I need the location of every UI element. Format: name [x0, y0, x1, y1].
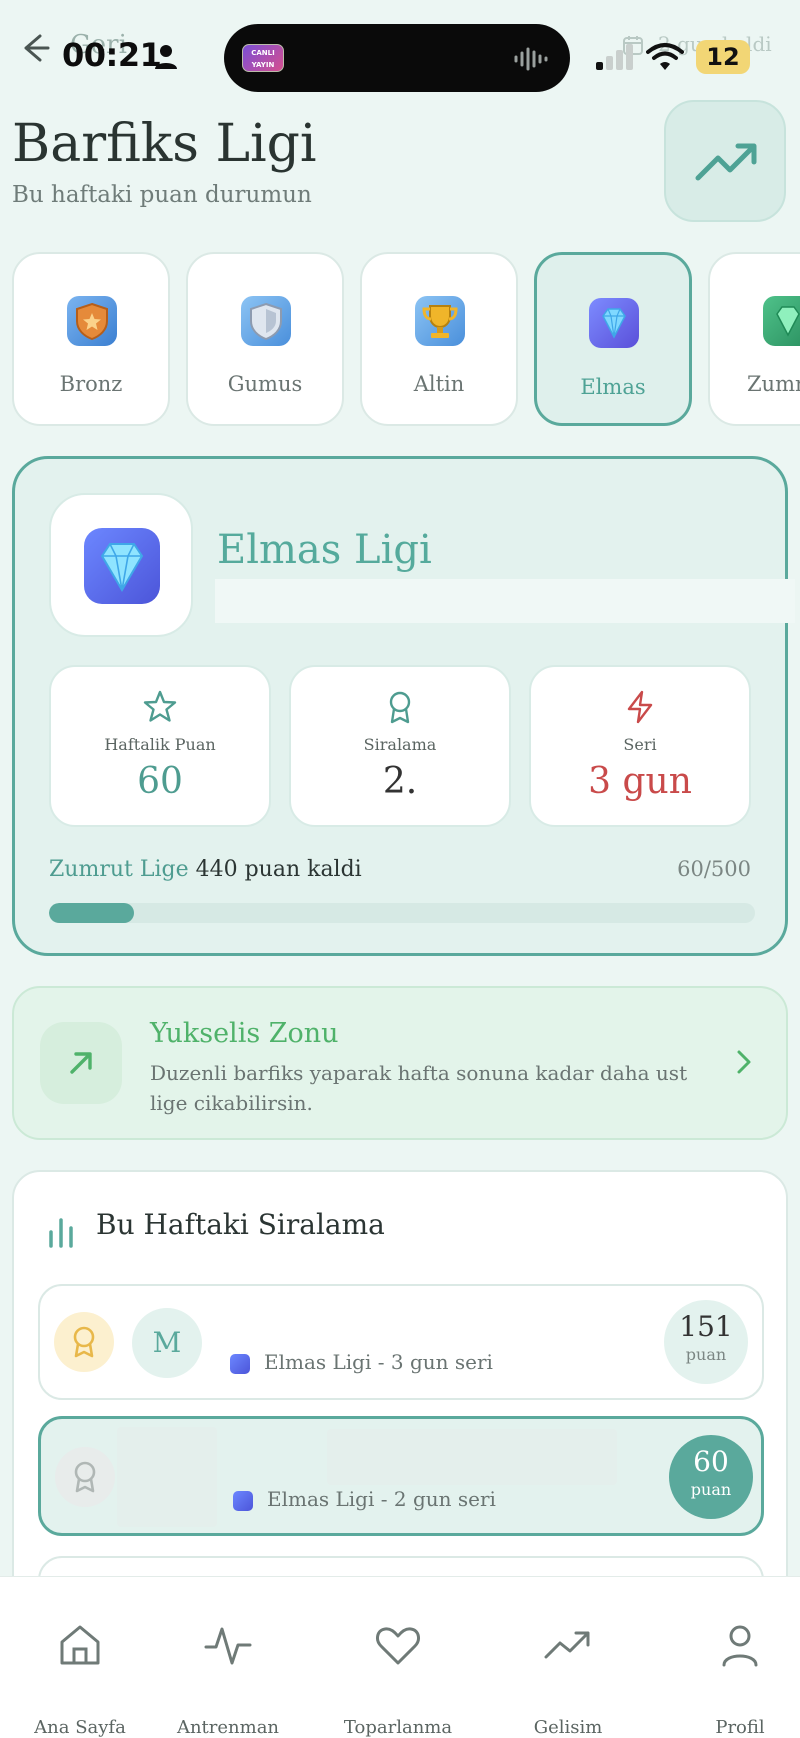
- diamond-icon: [589, 298, 639, 348]
- score-value: 151: [679, 1310, 733, 1343]
- bottom-navigation: Ana Sayfa Antrenman Toparlanma Gelisim P…: [0, 1576, 800, 1738]
- progress-bar: [49, 903, 755, 923]
- tab-label: Gumus: [227, 372, 303, 396]
- audio-wave-icon: [512, 46, 552, 72]
- home-icon: [56, 1621, 104, 1669]
- ranking-row[interactable]: M Elmas Ligi - 3 gun seri 151 puan: [38, 1284, 764, 1400]
- rank-league: Elmas Ligi: [264, 1350, 372, 1374]
- dynamic-island: CANLI YAYIN: [224, 24, 570, 92]
- bar-chart-icon: [44, 1214, 78, 1248]
- ranking-row-current-user[interactable]: Elmas Ligi - 2 gun seri 60 puan: [38, 1416, 764, 1536]
- award-icon: [382, 689, 418, 725]
- league-logo-box: [49, 493, 193, 637]
- signal-icon: [596, 44, 640, 70]
- tab-elmas[interactable]: Elmas: [534, 252, 692, 426]
- lightning-icon: [622, 689, 658, 725]
- nav-item-home[interactable]: Ana Sayfa: [0, 1577, 160, 1738]
- diamond-icon: [233, 1491, 253, 1511]
- emerald-icon: [763, 296, 800, 346]
- live-app-icon: CANLI YAYIN: [242, 44, 284, 72]
- battery-indicator: 12: [696, 40, 750, 74]
- rank-meta: Elmas Ligi - 3 gun seri: [264, 1350, 493, 1374]
- league-tabs: Bronz Gumus Altin Elmas Zumrut: [0, 250, 800, 430]
- score-value: 60: [693, 1445, 729, 1478]
- rank-streak: 2 gun seri: [393, 1487, 496, 1511]
- tab-altin[interactable]: Altin: [360, 252, 518, 426]
- points-remaining: 440 puan kaldi: [195, 857, 362, 882]
- promotion-zone-card[interactable]: Yukselis Zonu Duzenli barfiks yaparak ha…: [12, 986, 788, 1140]
- nav-item-training[interactable]: Antrenman: [148, 1577, 308, 1738]
- rank-separator: -: [380, 1487, 388, 1511]
- stat-weekly-points: Haftalik Puan 60: [49, 665, 271, 827]
- tab-label: Bronz: [59, 372, 123, 396]
- tab-gumus[interactable]: Gumus: [186, 252, 344, 426]
- tab-label: Zumrut: [746, 372, 800, 396]
- progress-fill: [49, 903, 134, 923]
- progress-text: Zumrut Lige 440 puan kaldi: [49, 857, 362, 882]
- nav-label: Profil: [715, 1717, 765, 1738]
- stat-rank: Siralama 2.: [289, 665, 511, 827]
- nav-label: Ana Sayfa: [34, 1717, 126, 1738]
- user-icon: [716, 1621, 764, 1669]
- stat-value: 2.: [382, 761, 418, 802]
- redacted-username: [327, 1429, 617, 1485]
- stat-streak: Seri 3 gun: [529, 665, 751, 827]
- rank-separator: -: [377, 1350, 385, 1374]
- ranking-title: Bu Haftaki Siralama: [96, 1208, 385, 1241]
- tab-label: Elmas: [580, 375, 646, 399]
- tab-label: Altin: [413, 372, 465, 396]
- redacted-description: [215, 579, 795, 623]
- stat-label: Seri: [623, 735, 657, 754]
- clock: 00:21: [62, 36, 162, 74]
- trending-up-icon: [544, 1621, 592, 1669]
- diamond-icon: [230, 1354, 250, 1374]
- arrow-up-right-icon: [40, 1022, 122, 1104]
- status-bar: Geri 2 gun kaldi 00:21 CANLI YAYIN 12: [0, 0, 800, 100]
- page-subtitle: Bu haftaki puan durumun: [12, 182, 312, 208]
- bronze-shield-icon: [67, 296, 117, 346]
- rank-meta: Elmas Ligi - 2 gun seri: [267, 1487, 496, 1511]
- stat-label: Haftalik Puan: [104, 735, 216, 754]
- nav-label: Antrenman: [176, 1717, 280, 1738]
- promotion-title: Yukselis Zonu: [150, 1018, 339, 1049]
- next-league-label: Zumrut Lige: [49, 857, 189, 882]
- trend-button[interactable]: [664, 100, 786, 222]
- silver-shield-icon: [241, 296, 291, 346]
- nav-label: Gelisim: [533, 1717, 603, 1738]
- chevron-right-icon: [728, 1046, 760, 1078]
- stat-value: 60: [137, 761, 183, 802]
- league-name: Elmas Ligi: [217, 527, 432, 573]
- redacted-avatar: [117, 1427, 217, 1527]
- tab-zumrut[interactable]: Zumrut: [708, 252, 800, 426]
- score-unit: puan: [690, 1480, 732, 1499]
- rank-league: Elmas Ligi: [267, 1487, 375, 1511]
- promotion-description: Duzenli barfiks yaparak hafta sonuna kad…: [150, 1061, 688, 1115]
- heart-icon: [374, 1621, 422, 1669]
- score-badge: 60 puan: [669, 1435, 753, 1519]
- page-title: Barfiks Ligi: [12, 114, 317, 174]
- nav-item-profile[interactable]: Profil: [660, 1577, 800, 1738]
- progress-count: 60/500: [677, 857, 751, 881]
- nav-item-progress[interactable]: Gelisim: [488, 1577, 648, 1738]
- medal-icon: [55, 1447, 115, 1507]
- nav-item-recovery[interactable]: Toparlanma: [318, 1577, 478, 1738]
- tab-bronz[interactable]: Bronz: [12, 252, 170, 426]
- activity-icon: [204, 1621, 252, 1669]
- trending-up-icon: [695, 143, 757, 181]
- wifi-icon: [646, 42, 684, 72]
- stat-label: Siralama: [363, 735, 437, 754]
- rank-streak: 3 gun seri: [390, 1350, 493, 1374]
- stat-value: 3 gun: [588, 761, 692, 802]
- league-card: Elmas Ligi Haftalik Puan 60 Siralama 2. …: [12, 456, 795, 956]
- score-unit: puan: [685, 1345, 727, 1364]
- diamond-icon: [84, 528, 160, 604]
- avatar: M: [132, 1308, 202, 1378]
- gold-trophy-icon: [415, 296, 465, 346]
- person-icon: [154, 44, 178, 70]
- star-icon: [142, 689, 178, 725]
- back-arrow-icon[interactable]: [14, 28, 54, 68]
- score-badge: 151 puan: [664, 1300, 748, 1384]
- medal-icon: [54, 1312, 114, 1372]
- nav-label: Toparlanma: [343, 1717, 453, 1738]
